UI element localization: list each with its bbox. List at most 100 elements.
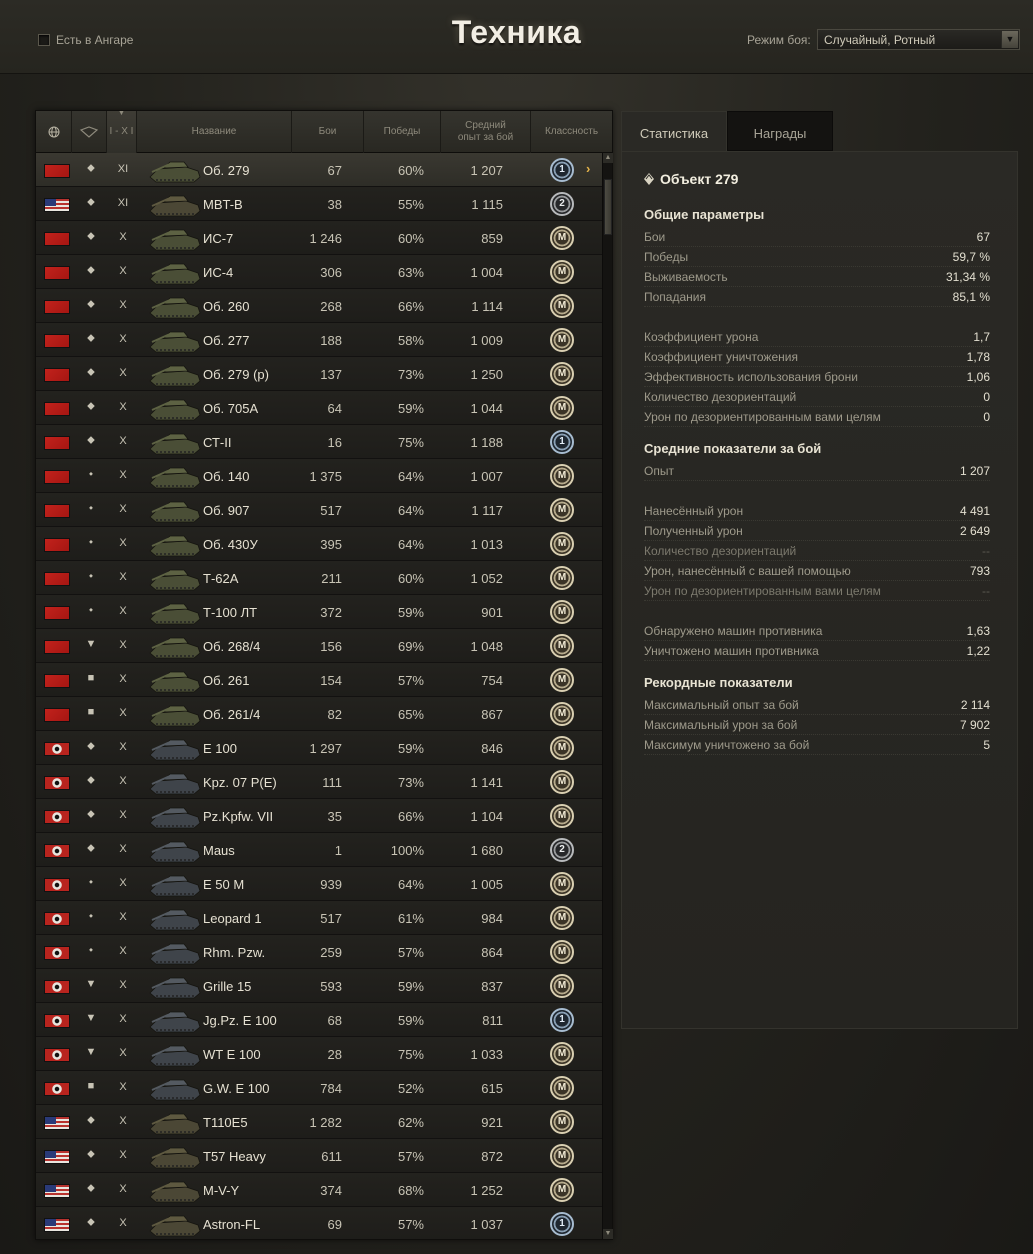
vehicle-tier: X xyxy=(119,469,127,481)
table-row[interactable]: ⬩ X Т-62А 211 60% 1 052 M xyxy=(36,561,602,595)
avg-xp-value: 754 xyxy=(481,673,503,688)
table-row[interactable]: ⬥ X T57 Heavy 611 57% 872 M xyxy=(36,1139,602,1173)
avg-xp-value: 864 xyxy=(481,945,503,960)
stat-label: Максимальный опыт за бой xyxy=(644,698,799,712)
vehicle-type-icon: ▼ xyxy=(85,978,97,990)
wins-value: 63% xyxy=(397,265,424,280)
vehicle-type-icon xyxy=(79,126,99,138)
table-row[interactable]: ⬩ X Об. 430У 395 64% 1 013 M xyxy=(36,527,602,561)
vehicle-name: T110E5 xyxy=(203,1115,248,1130)
stat-label: Нанесённый урон xyxy=(644,504,744,518)
table-row[interactable]: ▼ X Jg.Pz. E 100 68 59% 811 1 xyxy=(36,1003,602,1037)
general-heading: Общие параметры xyxy=(644,207,765,222)
scroll-down-icon[interactable]: ▼ xyxy=(603,1229,613,1239)
tank-image-icon xyxy=(149,739,201,761)
avg-xp-value: 1 048 xyxy=(470,639,503,654)
battle-mode-dropdown[interactable]: Случайный, Ротный ▼ xyxy=(817,29,1020,50)
stat-label: Выживаемость xyxy=(644,270,728,284)
table-row[interactable]: ⬥ X Maus 1 100% 1 680 2 xyxy=(36,833,602,867)
table-row[interactable]: ⬩ X Т-100 ЛТ 372 59% 901 M xyxy=(36,595,602,629)
table-row[interactable]: ⬥ X ИС-7 1 246 60% 859 M xyxy=(36,221,602,255)
mastery-badge-icon: M xyxy=(550,736,574,760)
stat-value: 1,7 xyxy=(973,330,990,344)
battles-value: 1 297 xyxy=(309,741,342,756)
column-mastery[interactable]: Классность xyxy=(531,111,612,153)
mastery-badge-icon: M xyxy=(550,260,574,284)
wins-value: 57% xyxy=(397,1217,424,1232)
table-row[interactable]: ⬩ X Об. 140 1 375 64% 1 007 M xyxy=(36,459,602,493)
table-row[interactable]: ⬩ X Rhm. Pzw. 259 57% 864 M xyxy=(36,935,602,969)
wins-value: 64% xyxy=(397,503,424,518)
table-row[interactable]: ⬥ X Об. 277 188 58% 1 009 M xyxy=(36,323,602,357)
stat-row: Эффективность использования брони 1,06 xyxy=(644,367,990,387)
table-row[interactable]: ⬥ XI MBT-B 38 55% 1 115 2 xyxy=(36,187,602,221)
scroll-up-icon[interactable]: ▲ xyxy=(603,153,613,163)
stat-label: Количество дезориентаций xyxy=(644,544,797,558)
scroll-thumb[interactable] xyxy=(604,179,612,235)
table-row[interactable]: ▼ X Об. 268/4 156 69% 1 048 M xyxy=(36,629,602,663)
column-tier[interactable]: ▼ I - X I xyxy=(107,110,137,153)
tank-image-icon xyxy=(149,1045,201,1067)
table-row[interactable]: ■ X G.W. E 100 784 52% 615 M xyxy=(36,1071,602,1105)
table-row[interactable]: ■ X Об. 261 154 57% 754 M xyxy=(36,663,602,697)
battles-value: 64 xyxy=(327,401,342,416)
avg-xp-value: 1 044 xyxy=(470,401,503,416)
stat-value: 59,7 % xyxy=(952,250,990,264)
table-row[interactable]: ⬥ X Kpz. 07 P(E) 111 73% 1 141 M xyxy=(36,765,602,799)
wins-value: 57% xyxy=(397,945,424,960)
table-row[interactable]: ⬥ X ИС-4 306 63% 1 004 M xyxy=(36,255,602,289)
table-row[interactable]: ⬥ X Astron-FL 69 57% 1 037 1 xyxy=(36,1207,602,1239)
stat-value: 0 xyxy=(983,390,990,404)
column-wins[interactable]: Победы xyxy=(364,111,441,153)
tank-image-icon xyxy=(149,977,201,999)
mastery-badge-icon: 1 xyxy=(550,1008,574,1032)
table-row[interactable]: ⬥ X T110E5 1 282 62% 921 M xyxy=(36,1105,602,1139)
table-row[interactable]: ⬩ X E 50 M 939 64% 1 005 M xyxy=(36,867,602,901)
table-row[interactable]: ▼ X Grille 15 593 59% 837 M xyxy=(36,969,602,1003)
table-row[interactable]: ⬩ X Об. 907 517 64% 1 117 M xyxy=(36,493,602,527)
table-row[interactable]: ⬩ X Leopard 1 517 61% 984 M xyxy=(36,901,602,935)
column-battles[interactable]: Бои xyxy=(292,111,364,153)
table-row[interactable]: ⬥ X E 100 1 297 59% 846 M xyxy=(36,731,602,765)
vehicle-type-icon: ⬩ xyxy=(89,604,93,616)
battles-value: 395 xyxy=(320,537,342,552)
column-type[interactable] xyxy=(72,111,107,153)
column-wins-label: Победы xyxy=(383,126,421,137)
mastery-badge-icon: 2 xyxy=(550,192,574,216)
vehicle-tier: X xyxy=(119,1013,127,1025)
vehicle-name: Об. 430У xyxy=(203,537,258,552)
tab-awards[interactable]: Награды xyxy=(727,111,833,151)
tab-statistics[interactable]: Статистика xyxy=(621,111,727,151)
tank-image-icon xyxy=(149,671,201,693)
wins-value: 59% xyxy=(397,605,424,620)
statistics-panel: Объект 279 Общие параметры Бои 67 Победы 59… xyxy=(621,151,1018,1029)
vehicle-type-icon: ■ xyxy=(87,672,95,684)
table-row[interactable]: ⬥ XI Об. 279 67 60% 1 207 1 › xyxy=(36,153,602,187)
table-row[interactable]: ⬥ X Об. 705А 64 59% 1 044 M xyxy=(36,391,602,425)
chevron-down-icon[interactable]: ▼ xyxy=(1001,31,1018,48)
scrollbar[interactable]: ▲ ▼ xyxy=(602,153,613,1239)
stat-value: 793 xyxy=(969,564,990,578)
vehicle-type-icon: ⬥ xyxy=(87,366,95,378)
column-name[interactable]: Название xyxy=(137,111,292,153)
column-avg-xp[interactable]: Средний опыт за бой xyxy=(441,111,531,153)
table-row[interactable]: ⬥ X Pz.Kpfw. VII 35 66% 1 104 M xyxy=(36,799,602,833)
stat-value: -- xyxy=(982,584,990,598)
flag-ussr-icon xyxy=(44,334,70,348)
tank-image-icon xyxy=(149,229,201,251)
wins-value: 61% xyxy=(397,911,424,926)
column-nation[interactable] xyxy=(36,111,72,153)
table-body: ⬥ XI Об. 279 67 60% 1 207 1 › ⬥ XI MBT-B 38 55% 1 115… xyxy=(36,153,602,1239)
mastery-badge-icon: M xyxy=(550,940,574,964)
table-row[interactable]: ⬥ X СТ-II 16 75% 1 188 1 xyxy=(36,425,602,459)
vehicle-title: Объект 279 xyxy=(644,171,738,187)
table-row[interactable]: ⬥ X Об. 279 (р) 137 73% 1 250 M xyxy=(36,357,602,391)
mastery-badge-icon: M xyxy=(550,668,574,692)
table-row[interactable]: ■ X Об. 261/4 82 65% 867 M xyxy=(36,697,602,731)
stat-value: 1,06 xyxy=(966,370,990,384)
table-row[interactable]: ⬥ X M-V-Y 374 68% 1 252 M xyxy=(36,1173,602,1207)
table-row[interactable]: ▼ X WT E 100 28 75% 1 033 M xyxy=(36,1037,602,1071)
vehicle-type-icon: ⬥ xyxy=(87,740,95,752)
table-row[interactable]: ⬥ X Об. 260 268 66% 1 114 M xyxy=(36,289,602,323)
stat-label: Уничтожено машин противника xyxy=(644,644,819,658)
